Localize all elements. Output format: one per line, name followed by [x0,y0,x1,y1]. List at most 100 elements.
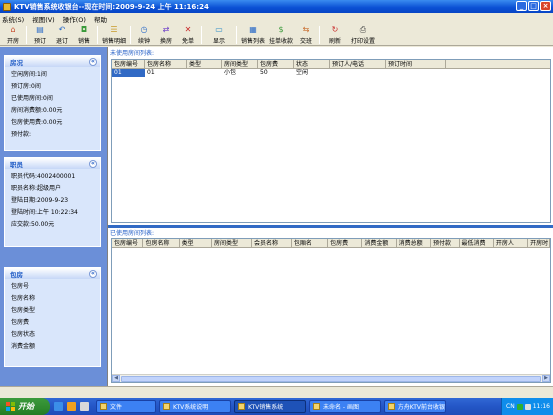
scroll-thumb[interactable] [121,375,541,382]
toolbar-button-book[interactable]: ▤ 预订 [29,24,51,45]
toolbar-button-label: 预订 [33,38,46,45]
room-field-item: 包房类型 [11,306,36,314]
task-frontdesk[interactable]: 方舟KTV前台收银 [384,400,446,413]
quicklaunch-desktop-icon[interactable] [54,402,63,411]
collapse-icon[interactable]: « [89,269,97,278]
toolbar-button-refresh[interactable]: ↻ 刷新 [322,24,348,45]
toolbar-button-label: 刷新 [328,38,341,45]
column-header[interactable]: 预付款 [431,239,460,247]
money-icon: $ [278,25,284,34]
maximize-button[interactable]: □ [528,1,539,11]
table-cell: 50 [260,69,268,76]
column-header[interactable]: 最低消费 [460,239,494,247]
column-header[interactable]: 包房编号 [112,60,145,68]
split-divider[interactable] [108,225,553,228]
toolbar: ⌂ 开房 ▤ 预订 ↶ 退订 ◘ 销售 ☰ 销售明细 ◷ 续钟 ⇄ 换房 ✕ 免单 ▭ 显示 ▦ 销售列表 $ 挂单收款 ⇆… [0,24,553,46]
column-header[interactable]: 包房费 [258,60,294,68]
toolbar-button-swap[interactable]: ⇄ 换房 [155,24,177,45]
toolbar-button-label: 销售明细 [101,38,126,45]
house-icon: ⌂ [10,25,16,34]
column-header[interactable]: 包房名称 [145,60,187,68]
room-status-header[interactable]: 房况 « [5,56,100,67]
toolbar-button-money[interactable]: $ 挂单收款 [267,24,295,45]
room-box: 包房 « 包房号 包房名称 包房类型 包房费 包房状态 消费金额 [4,267,101,367]
menu-system[interactable]: 系统(S) [2,14,24,24]
scroll-left-icon[interactable]: ◀ [112,375,120,382]
toolbar-button-printer[interactable]: ⎙ 打印设置 [348,24,378,45]
column-header[interactable]: 开房人 [494,239,529,247]
windows-logo-icon [6,402,15,411]
staff-header[interactable]: 职员 « [5,158,100,169]
minimize-button[interactable]: _ [516,1,527,11]
menu-view[interactable]: 视图(V) [32,14,55,24]
close-button[interactable]: × [540,1,551,11]
column-header[interactable]: 开房时 [528,239,550,247]
toolbar-button-table[interactable]: ▦ 销售列表 [239,24,267,45]
book-icon: ▤ [36,25,44,34]
column-header[interactable]: 房间类型 [212,239,252,247]
horizontal-scrollbar[interactable]: ◀ ▶ [112,374,550,382]
collapse-icon[interactable]: « [89,159,97,168]
collapse-icon[interactable]: « [89,57,97,66]
table-cell [386,69,446,77]
toolbar-button-monitor[interactable]: ▭ 显示 [204,24,234,45]
room-field-item: 包房状态 [11,330,36,338]
room-field-item: 包房号 [11,282,30,290]
column-header[interactable]: 包房编号 [112,239,144,247]
room-status-item: 房间消费额:0.00元 [11,106,63,114]
toolbar-button-clock[interactable]: ◷ 续钟 [133,24,155,45]
clock[interactable]: 11:16 [533,403,550,410]
column-header[interactable]: 类型 [180,239,212,247]
room-header[interactable]: 包房 « [5,268,100,279]
table-row[interactable]: 01 01 小包 50 空闲 [112,69,550,77]
menu-help[interactable]: 帮助 [94,14,107,24]
quicklaunch-media-icon[interactable] [80,402,89,411]
toolbar-button-cart[interactable]: ◘ 销售 [73,24,95,45]
task-label: 方舟KTV前台收银 [397,404,445,411]
swap-icon: ⇄ [162,25,170,34]
refresh-icon: ↻ [331,25,339,34]
menu-operation[interactable]: 操作(O) [63,14,86,24]
taskbar: 开始 文件 KTV系统说明 KTV销售系统 未命名 - 画图 方舟KTV前台收银… [0,398,553,415]
used-rooms-grid[interactable]: 包房编号 包房名称 类型 房间类型 会员名称 包厢名 包房费 消费金额 消费总额 预付款 最低消费开… [111,238,551,383]
column-header[interactable]: 包厢名 [292,239,329,247]
toolbar-separator [319,26,320,44]
column-header[interactable]: 预订时间 [386,60,446,68]
column-header[interactable]: 包房费 [328,239,363,247]
task-ktv-doc[interactable]: KTV系统说明 [159,400,231,413]
unused-rooms-grid[interactable]: 包房编号 包房名称 类型 房间类型 包房费 状态 预订人/电话 预订时间 01 01 小包 50 空闲 [111,59,551,223]
handover-icon: ⇆ [302,25,310,34]
task-paint[interactable]: 未命名 - 画图 [309,400,381,413]
column-header[interactable]: 消费金额 [362,239,397,247]
task-label: 文件 [110,404,123,411]
column-header[interactable]: 状态 [294,60,330,68]
column-header[interactable]: 包房名称 [143,239,180,247]
scroll-right-icon[interactable]: ▶ [542,375,550,382]
language-indicator[interactable]: CN [506,403,515,410]
window-titlebar[interactable]: KTV销售系统收银台--现在时间:2009-9-24 上午 11:16:24 _… [0,0,553,13]
list-icon: ☰ [110,25,118,34]
column-header[interactable]: 类型 [187,60,222,68]
toolbar-button-undo[interactable]: ↶ 退订 [51,24,73,45]
column-header[interactable]: 房间类型 [222,60,258,68]
toolbar-button-house[interactable]: ⌂ 开房 [2,24,24,45]
volume-icon[interactable] [524,403,531,410]
undo-icon: ↶ [58,25,66,34]
system-tray: CN 11:16 [501,398,553,415]
toolbar-separator [26,26,27,44]
free-icon: ✕ [184,25,192,34]
start-button[interactable]: 开始 [0,398,50,415]
task-ktv-system[interactable]: KTV销售系统 [234,400,306,413]
toolbar-button-handover[interactable]: ⇆ 交班 [295,24,317,45]
staff-info-item: 应交款:50.00元 [11,220,55,228]
toolbar-button-list[interactable]: ☰ 销售明细 [100,24,128,45]
task-files[interactable]: 文件 [96,400,156,413]
column-header[interactable]: 预订人/电话 [330,60,386,68]
quicklaunch-ie-icon[interactable] [67,402,76,411]
column-header[interactable]: 消费总额 [397,239,431,247]
toolbar-button-free[interactable]: ✕ 免单 [177,24,199,45]
column-header[interactable]: 会员名称 [252,239,292,247]
clock-icon: ◷ [140,25,148,34]
network-icon[interactable] [516,403,523,410]
cart-icon: ◘ [80,25,88,34]
